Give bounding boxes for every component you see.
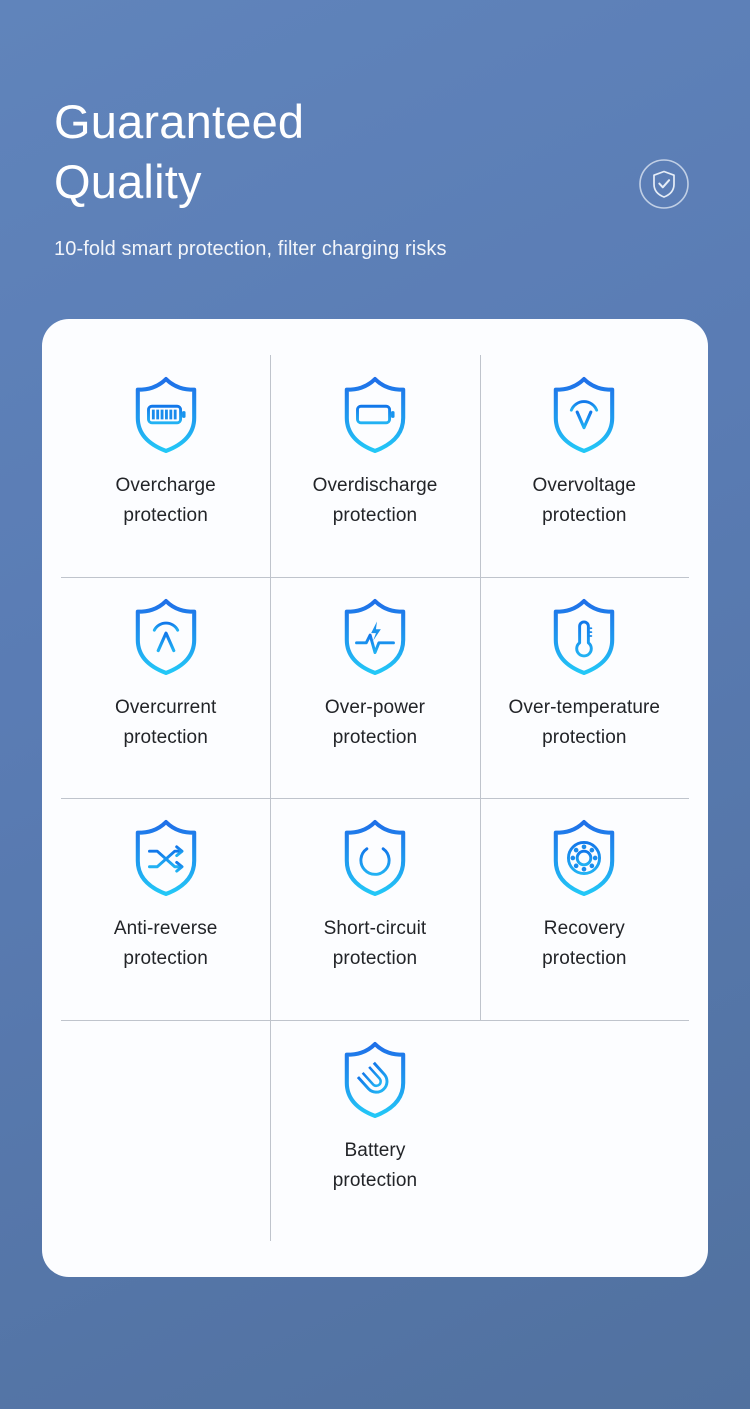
- protection-grid-empty-cell-right: [480, 1020, 689, 1242]
- shield-voltage-v-icon: [547, 373, 621, 457]
- protection-item-anti-reverse: Anti-reverse protection: [61, 798, 270, 1020]
- shield-thermometer-icon: [547, 595, 621, 679]
- shield-check-icon: [638, 158, 690, 210]
- protection-item-label: Overcharge protection: [115, 475, 216, 527]
- shield-shuffle-arrows-icon: [129, 816, 203, 900]
- shield-empty-battery-icon: [338, 373, 412, 457]
- protection-item-recovery: Recovery protection: [479, 798, 689, 1020]
- protection-item-battery: Battery protection: [270, 1019, 479, 1242]
- protection-grid: Overcharge protection Overdischarge prot…: [61, 355, 689, 1241]
- protection-item-label: Over-power protection: [324, 696, 426, 748]
- shield-current-a-icon: [129, 595, 203, 679]
- protection-item-label: Recovery protection: [542, 918, 627, 970]
- protection-item-overvoltage: Overvoltage protection: [479, 355, 689, 577]
- protection-item-label: Overdischarge protection: [312, 475, 438, 527]
- promo-page: Guaranteed Quality 10-fold smart protect…: [0, 0, 750, 1409]
- shield-power-pulse-icon: [338, 595, 412, 679]
- protection-item-label: Overvoltage protection: [532, 475, 637, 527]
- protection-item-label: Battery protection: [332, 1139, 418, 1191]
- page-subtitle: 10-fold smart protection, filter chargin…: [54, 238, 447, 261]
- shield-power-button-icon: [338, 816, 412, 900]
- protection-item-overcurrent: Overcurrent protection: [61, 577, 270, 799]
- protection-item-overcharge: Overcharge protection: [61, 355, 270, 577]
- protection-item-overdischarge: Overdischarge protection: [270, 355, 479, 577]
- shield-hub-nodes-icon: [547, 816, 621, 900]
- protection-item-label: Overcurrent protection: [114, 696, 217, 748]
- protection-item-overpower: Over-power protection: [270, 576, 479, 799]
- page-title: Guaranteed Quality: [54, 95, 305, 209]
- protection-item-short-circuit: Short-circuit protection: [270, 798, 479, 1020]
- page-header: Guaranteed Quality 10-fold smart protect…: [54, 92, 694, 261]
- protection-item-label: Anti-reverse protection: [113, 918, 218, 970]
- protection-item-label: Short-circuit protection: [323, 918, 427, 970]
- shield-magnet-icon: [338, 1038, 412, 1122]
- shield-full-battery-icon: [129, 373, 203, 457]
- protection-grid-empty-cell-left: [61, 1020, 270, 1242]
- protection-item-label: Over-temperature protection: [508, 696, 661, 748]
- protection-card: Overcharge protection Overdischarge prot…: [42, 319, 708, 1277]
- protection-item-overtemperature: Over-temperature protection: [479, 576, 689, 799]
